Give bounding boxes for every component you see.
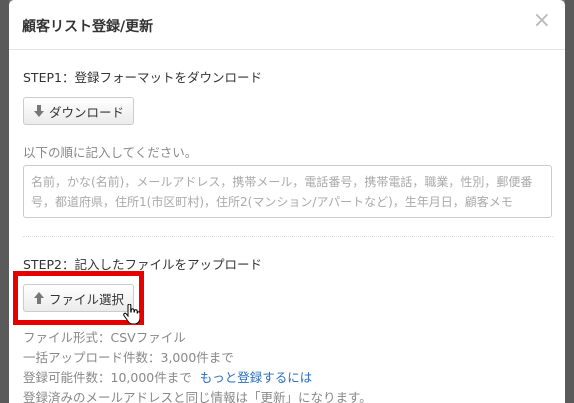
max-count-line: 登録可能件数：10,000件まで もっと登録するには [23, 367, 312, 386]
section-divider [23, 236, 553, 237]
customer-list-dialog: 顧客リスト登録/更新 × STEP1：登録フォーマットをダウンロード ダウンロー… [9, 0, 565, 403]
instruction-text: 以下の順に記入してください。 [23, 145, 198, 160]
download-button-label: ダウンロード [49, 104, 125, 120]
format-fields-textarea[interactable]: 名前，かな(名前)，メールアドレス，携帯メール，電話番号，携帯電話，職業，性別，… [23, 165, 552, 218]
update-note-text: 登録済みのメールアドレスと同じ情報は「更新」になります。 [23, 390, 372, 403]
backdrop-left [0, 0, 9, 403]
dialog-title: 顧客リスト登録/更新 [22, 19, 154, 35]
max-count-text: 登録可能件数：10,000件まで [23, 370, 192, 385]
hand-cursor-icon [123, 303, 141, 325]
backdrop-right [565, 0, 574, 403]
step1-title: STEP1：登録フォーマットをダウンロード [23, 70, 262, 85]
close-icon[interactable]: × [533, 10, 551, 32]
dialog-header: 顧客リスト登録/更新 × [9, 0, 565, 50]
bulk-limit-text: 一括アップロード件数：3,000件まで [23, 350, 234, 365]
more-register-link[interactable]: もっと登録するには [200, 370, 313, 385]
download-button[interactable]: ダウンロード [23, 97, 135, 125]
arrow-down-icon [33, 104, 45, 118]
file-format-text: ファイル形式：CSVファイル [23, 330, 186, 345]
